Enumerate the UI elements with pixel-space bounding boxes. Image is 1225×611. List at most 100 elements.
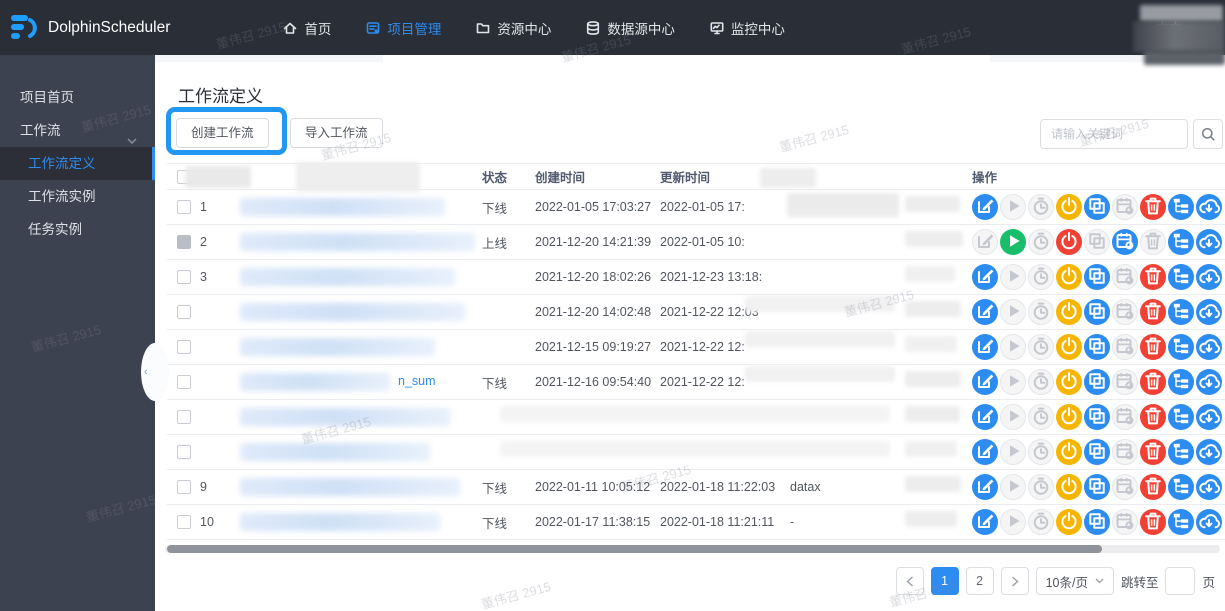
sidebar-item-1[interactable]: 项目首页 [0, 81, 155, 114]
copy-button[interactable] [1084, 369, 1110, 395]
copy-button[interactable] [1084, 229, 1110, 255]
delete-button[interactable] [1140, 334, 1166, 360]
copy-button[interactable] [1084, 509, 1110, 535]
copy-button[interactable] [1084, 404, 1110, 430]
edit-button[interactable] [972, 439, 998, 465]
export-button[interactable] [1196, 474, 1222, 500]
cron-manage-button[interactable] [1112, 229, 1138, 255]
delete-button[interactable] [1140, 509, 1166, 535]
copy-button[interactable] [1084, 264, 1110, 290]
export-button[interactable] [1196, 439, 1222, 465]
edit-button[interactable] [972, 229, 998, 255]
online-offline-button[interactable] [1056, 229, 1082, 255]
timing-button[interactable] [1028, 369, 1054, 395]
tree-view-button[interactable] [1168, 509, 1194, 535]
row-checkbox[interactable] [177, 305, 191, 319]
edit-button[interactable] [972, 299, 998, 325]
delete-button[interactable] [1140, 439, 1166, 465]
delete-button[interactable] [1140, 299, 1166, 325]
row-checkbox[interactable] [177, 235, 191, 249]
select-all-checkbox[interactable] [177, 170, 191, 184]
row-checkbox[interactable] [177, 200, 191, 214]
brand[interactable]: DolphinScheduler [10, 12, 170, 44]
run-button[interactable] [1000, 369, 1026, 395]
online-offline-button[interactable] [1056, 264, 1082, 290]
delete-button[interactable] [1140, 369, 1166, 395]
timing-button[interactable] [1028, 264, 1054, 290]
export-button[interactable] [1196, 369, 1222, 395]
row-checkbox[interactable] [177, 410, 191, 424]
row-checkbox[interactable] [177, 270, 191, 284]
run-button[interactable] [1000, 509, 1026, 535]
run-button[interactable] [1000, 474, 1026, 500]
cron-manage-button[interactable] [1112, 334, 1138, 360]
export-button[interactable] [1196, 194, 1222, 220]
next-page-button[interactable] [1001, 567, 1029, 595]
run-button[interactable] [1000, 299, 1026, 325]
cron-manage-button[interactable] [1112, 404, 1138, 430]
timing-button[interactable] [1028, 509, 1054, 535]
timing-button[interactable] [1028, 334, 1054, 360]
row-checkbox[interactable] [177, 515, 191, 529]
export-button[interactable] [1196, 334, 1222, 360]
cron-manage-button[interactable] [1112, 299, 1138, 325]
row-checkbox[interactable] [177, 375, 191, 389]
tree-view-button[interactable] [1168, 334, 1194, 360]
run-button[interactable] [1000, 439, 1026, 465]
online-offline-button[interactable] [1056, 369, 1082, 395]
edit-button[interactable] [972, 509, 998, 535]
copy-button[interactable] [1084, 299, 1110, 325]
timing-button[interactable] [1028, 229, 1054, 255]
delete-button[interactable] [1140, 229, 1166, 255]
sidebar-item-2[interactable]: 工作流 [0, 114, 155, 147]
copy-button[interactable] [1084, 334, 1110, 360]
edit-button[interactable] [972, 369, 998, 395]
delete-button[interactable] [1140, 264, 1166, 290]
row-checkbox[interactable] [177, 340, 191, 354]
online-offline-button[interactable] [1056, 509, 1082, 535]
tree-view-button[interactable] [1168, 264, 1194, 290]
cron-manage-button[interactable] [1112, 439, 1138, 465]
copy-button[interactable] [1084, 474, 1110, 500]
online-offline-button[interactable] [1056, 334, 1082, 360]
timing-button[interactable] [1028, 439, 1054, 465]
jump-to-input[interactable] [1165, 567, 1195, 595]
tree-view-button[interactable] [1168, 299, 1194, 325]
cron-manage-button[interactable] [1112, 264, 1138, 290]
copy-button[interactable] [1084, 194, 1110, 220]
nav-item-1[interactable]: 首页 [282, 18, 331, 38]
edit-button[interactable] [972, 194, 998, 220]
online-offline-button[interactable] [1056, 299, 1082, 325]
sidebar-item-4[interactable]: 工作流实例 [0, 180, 155, 213]
export-button[interactable] [1196, 404, 1222, 430]
timing-button[interactable] [1028, 474, 1054, 500]
prev-page-button[interactable] [896, 567, 924, 595]
search-button[interactable] [1193, 119, 1223, 149]
online-offline-button[interactable] [1056, 474, 1082, 500]
search-input[interactable] [1040, 119, 1188, 149]
delete-button[interactable] [1140, 194, 1166, 220]
delete-button[interactable] [1140, 474, 1166, 500]
workflow-name-link[interactable]: n_sum [398, 374, 436, 388]
export-button[interactable] [1196, 229, 1222, 255]
tree-view-button[interactable] [1168, 439, 1194, 465]
cron-manage-button[interactable] [1112, 369, 1138, 395]
nav-item-3[interactable]: 资源中心 [475, 18, 551, 38]
tree-view-button[interactable] [1168, 474, 1194, 500]
copy-button[interactable] [1084, 439, 1110, 465]
page-button-1[interactable]: 1 [931, 567, 959, 595]
timing-button[interactable] [1028, 404, 1054, 430]
cron-manage-button[interactable] [1112, 509, 1138, 535]
nav-item-5[interactable]: 监控中心 [709, 18, 785, 38]
import-workflow-button[interactable]: 导入工作流 [290, 118, 383, 148]
tree-view-button[interactable] [1168, 194, 1194, 220]
sidebar-item-5[interactable]: 任务实例 [0, 213, 155, 246]
cron-manage-button[interactable] [1112, 474, 1138, 500]
export-button[interactable] [1196, 299, 1222, 325]
edit-button[interactable] [972, 404, 998, 430]
run-button[interactable] [1000, 229, 1026, 255]
export-button[interactable] [1196, 264, 1222, 290]
online-offline-button[interactable] [1056, 439, 1082, 465]
run-button[interactable] [1000, 404, 1026, 430]
online-offline-button[interactable] [1056, 194, 1082, 220]
